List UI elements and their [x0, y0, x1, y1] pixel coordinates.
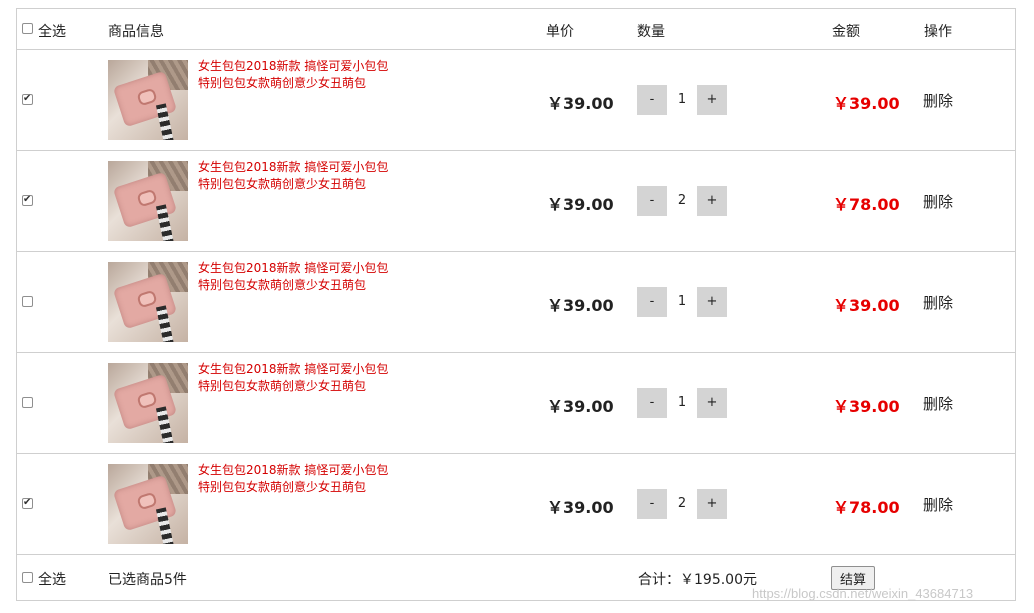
quantity-increase-button[interactable]: +: [697, 186, 727, 216]
select-all-checkbox-top[interactable]: [22, 23, 33, 34]
product-title[interactable]: 女生包包2018新款 搞怪可爱小包包特别包包女款萌创意少女丑萌包: [198, 159, 398, 193]
item-amount: ￥39.00: [833, 296, 900, 315]
quantity-increase-button[interactable]: +: [697, 85, 727, 115]
unit-price: ￥39.00: [547, 296, 614, 315]
unit-price: ￥39.00: [547, 94, 614, 113]
cart-item-row: 女生包包2018新款 搞怪可爱小包包特别包包女款萌创意少女丑萌包 ￥39.00 …: [17, 50, 1015, 151]
unit-price: ￥39.00: [547, 195, 614, 214]
cart-header-row: 全选 商品信息 单价 数量 金额 操作: [17, 9, 1015, 50]
selected-count: 已选商品5件: [108, 572, 187, 588]
item-checkbox[interactable]: [22, 397, 33, 408]
quantity-value: 1: [677, 294, 687, 309]
product-thumbnail[interactable]: [108, 60, 188, 140]
cart-item-row: 女生包包2018新款 搞怪可爱小包包特别包包女款萌创意少女丑萌包 ￥39.00 …: [17, 252, 1015, 353]
quantity-increase-button[interactable]: +: [697, 287, 727, 317]
delete-link[interactable]: 删除: [923, 90, 953, 111]
cart-item-row: 女生包包2018新款 搞怪可爱小包包特别包包女款萌创意少女丑萌包 ￥39.00 …: [17, 353, 1015, 454]
delete-link[interactable]: 删除: [923, 292, 953, 313]
unit-price: ￥39.00: [547, 397, 614, 416]
product-thumbnail[interactable]: [108, 464, 188, 544]
delete-link[interactable]: 删除: [923, 393, 953, 414]
product-title[interactable]: 女生包包2018新款 搞怪可爱小包包特别包包女款萌创意少女丑萌包: [198, 58, 398, 92]
quantity-increase-button[interactable]: +: [697, 388, 727, 418]
item-checkbox[interactable]: [22, 92, 33, 106]
quantity-value: 1: [677, 92, 687, 107]
select-all-label-top: 全选: [38, 24, 66, 40]
product-title[interactable]: 女生包包2018新款 搞怪可爱小包包特别包包女款萌创意少女丑萌包: [198, 361, 398, 395]
item-checkbox[interactable]: [22, 496, 33, 510]
item-amount: ￥39.00: [833, 94, 900, 113]
quantity-decrease-button[interactable]: -: [637, 287, 667, 317]
quantity-decrease-button[interactable]: -: [637, 489, 667, 519]
delete-link[interactable]: 删除: [923, 191, 953, 212]
item-checkbox[interactable]: [22, 296, 33, 307]
quantity-value: 2: [677, 496, 687, 511]
item-amount: ￥78.00: [833, 195, 900, 214]
quantity-decrease-button[interactable]: -: [637, 388, 667, 418]
cart-total: 合计：￥195.00元: [638, 572, 757, 588]
watermark: https://blog.csdn.net/weixin_43684713: [752, 586, 974, 601]
unit-price: ￥39.00: [547, 498, 614, 517]
product-thumbnail[interactable]: [108, 262, 188, 342]
quantity-decrease-button[interactable]: -: [637, 85, 667, 115]
product-title[interactable]: 女生包包2018新款 搞怪可爱小包包特别包包女款萌创意少女丑萌包: [198, 462, 398, 496]
item-amount: ￥78.00: [833, 498, 900, 517]
quantity-value: 1: [677, 395, 687, 410]
shopping-cart-table: 全选 商品信息 单价 数量 金额 操作 女生包包2018新款 搞怪可爱小包包特别…: [16, 8, 1016, 601]
product-thumbnail[interactable]: [108, 363, 188, 443]
quantity-value: 2: [677, 193, 687, 208]
product-title[interactable]: 女生包包2018新款 搞怪可爱小包包特别包包女款萌创意少女丑萌包: [198, 260, 398, 294]
quantity-increase-button[interactable]: +: [697, 489, 727, 519]
select-all-label-bottom: 全选: [38, 572, 66, 588]
item-amount: ￥39.00: [833, 397, 900, 416]
select-all-checkbox-bottom[interactable]: [22, 572, 33, 583]
cart-item-row: 女生包包2018新款 搞怪可爱小包包特别包包女款萌创意少女丑萌包 ￥39.00 …: [17, 151, 1015, 252]
product-thumbnail[interactable]: [108, 161, 188, 241]
column-header-unit-price: 单价: [546, 24, 574, 40]
item-checkbox[interactable]: [22, 193, 33, 207]
cart-item-row: 女生包包2018新款 搞怪可爱小包包特别包包女款萌创意少女丑萌包 ￥39.00 …: [17, 454, 1015, 555]
column-header-product: 商品信息: [108, 24, 164, 40]
delete-link[interactable]: 删除: [923, 494, 953, 515]
column-header-action: 操作: [924, 24, 952, 40]
column-header-quantity: 数量: [637, 24, 665, 40]
column-header-amount: 金额: [832, 24, 860, 40]
quantity-decrease-button[interactable]: -: [637, 186, 667, 216]
